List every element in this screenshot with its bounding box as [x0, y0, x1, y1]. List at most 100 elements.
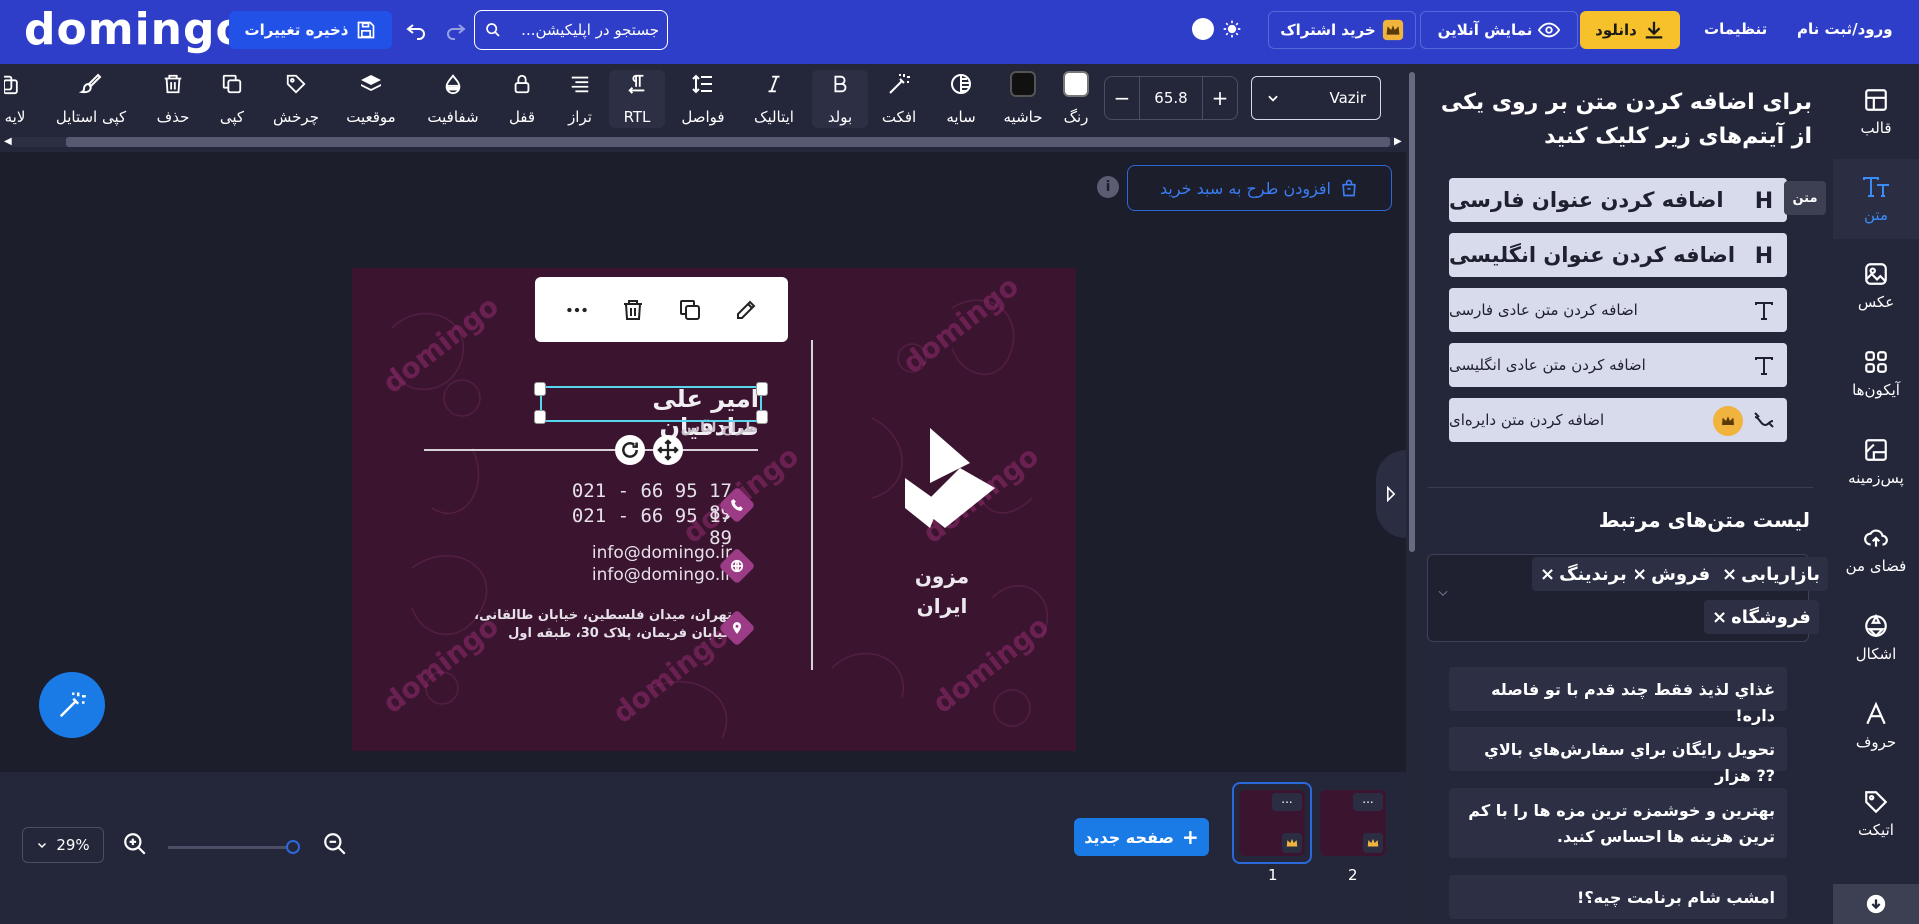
tool-opacity[interactable]: شفافیت [420, 70, 486, 128]
vertical-scrollbar[interactable] [1406, 64, 1418, 924]
tag-chip[interactable]: فروش × [1624, 557, 1719, 591]
search-box[interactable] [474, 10, 668, 50]
stack-icon [359, 70, 383, 98]
add-english-text-button[interactable]: اضافه کردن متن عادی انگلیسی [1449, 343, 1787, 387]
search-input[interactable] [509, 21, 659, 39]
zoom-out-icon[interactable] [322, 831, 348, 857]
card-email[interactable]: info@domingo.ir [562, 543, 732, 563]
trash-icon[interactable] [615, 292, 651, 328]
card-address[interactable]: تهران، میدان فلسطین، خیابان طالقانی، [472, 608, 732, 623]
company-name[interactable]: مزون ایران [892, 561, 992, 621]
add-to-cart-button[interactable]: افزودن طرح به سبد خرید [1127, 165, 1392, 211]
logo[interactable]: domingo [24, 4, 247, 55]
redo-button[interactable] [444, 17, 468, 41]
remove-tag-icon[interactable]: × [1712, 607, 1727, 628]
scroll-right-icon[interactable]: ▶ [1394, 136, 1402, 147]
tool-align[interactable]: تراز [560, 70, 600, 128]
preview-button[interactable]: نمایش آنلاین [1420, 11, 1578, 49]
font-size-stepper[interactable]: − 65.8 + [1104, 76, 1238, 120]
font-family-select[interactable]: Vazir [1251, 76, 1381, 120]
sidebar-item-letters[interactable]: حروف [1833, 686, 1919, 766]
page-thumbnail[interactable]: ... [1232, 782, 1312, 864]
download-icon [1643, 19, 1665, 41]
sample-text-item[interactable]: بهترين و خوشمزه ترين مزه ها را با کم تري… [1449, 788, 1787, 858]
new-page-button[interactable]: صفحه جدید + [1074, 818, 1209, 856]
crown-icon [1282, 833, 1302, 853]
tool-border[interactable]: حاشیه [1000, 70, 1046, 128]
chevron-down-icon[interactable] [1436, 586, 1450, 600]
tool-copy-style[interactable]: کپی استایل [50, 70, 132, 128]
tag-chip[interactable]: فروشگاه × [1704, 600, 1819, 634]
page-more-button[interactable]: ... [1353, 793, 1383, 811]
add-persian-text-button[interactable]: اضافه کردن متن عادی فارسی [1449, 288, 1787, 332]
scroll-left-icon[interactable]: ◀ [4, 136, 12, 147]
add-english-heading-button[interactable]: H اضافه کردن عنوان انگلیسی [1449, 233, 1787, 277]
scrollbar-thumb[interactable] [1409, 72, 1415, 552]
theme-toggle[interactable] [1192, 14, 1246, 44]
more-icon[interactable] [559, 292, 595, 328]
duplicate-icon[interactable] [672, 292, 708, 328]
card-address[interactable]: خیابان فریمان، پلاک 30، طبقه اول [472, 626, 732, 641]
globe-icon [718, 547, 756, 585]
zoom-select[interactable]: 29% [22, 827, 104, 863]
info-icon[interactable]: i [1097, 176, 1119, 198]
decrease-size-button[interactable]: − [1105, 86, 1139, 110]
tool-rotate[interactable]: چرخش [268, 70, 324, 128]
sidebar-item-templates[interactable]: قالب [1833, 72, 1919, 152]
horizontal-scrollbar[interactable]: ◀ ▶ [0, 132, 1406, 152]
remove-tag-icon[interactable]: × [1540, 564, 1555, 585]
sample-text-item[interactable]: غذاي لذيذ فقط چند قدم با تو فاصله داره! [1449, 667, 1787, 725]
move-handle[interactable] [653, 435, 683, 465]
sidebar-item-photos[interactable]: عکس [1833, 246, 1919, 326]
tool-lock[interactable]: قفل [502, 70, 542, 128]
sidebar-item-background[interactable]: پس‌زمینه [1833, 422, 1919, 502]
sidebar-item-shapes[interactable]: اشکال [1833, 598, 1919, 678]
tool-position[interactable]: موقعیت [338, 70, 404, 128]
sidebar-item-icons[interactable]: آیکون‌ها [1833, 334, 1919, 414]
card-job-title[interactable]: طراح لباس [632, 420, 758, 436]
sample-text-item[interactable]: تحويل رايگان براي سفارش‌هاي بالاي ?? هزا… [1449, 727, 1787, 785]
tool-shadow[interactable]: سایه [940, 70, 982, 128]
edit-icon[interactable] [728, 292, 764, 328]
sidebar-item-text[interactable]: متن [1833, 159, 1919, 239]
scrollbar-thumb[interactable] [66, 137, 1390, 147]
save-button[interactable]: ذخیره تغییرات [229, 11, 392, 49]
settings-link[interactable]: تنظیمات [1704, 20, 1767, 38]
sidebar-item-my-space[interactable]: فضای من [1833, 510, 1919, 590]
increase-size-button[interactable]: + [1203, 86, 1237, 110]
zoom-in-icon[interactable] [122, 831, 148, 857]
subscribe-button[interactable]: خرید اشتراک [1268, 11, 1416, 49]
resize-handle[interactable] [534, 410, 546, 424]
download-button[interactable]: دانلود [1580, 11, 1680, 49]
sidebar-item-labels[interactable]: اتیکت [1833, 774, 1919, 854]
sidebar-scroll-down[interactable] [1833, 884, 1919, 924]
zoom-slider[interactable] [168, 840, 300, 854]
undo-button[interactable] [404, 17, 428, 41]
tag-chip[interactable]: بازاریابی × [1714, 557, 1828, 591]
resize-handle[interactable] [756, 382, 768, 396]
tool-effect[interactable]: افکت [878, 70, 920, 128]
tag-chip[interactable]: برندینگ × [1532, 557, 1635, 591]
tool-spacing[interactable]: فواصل [676, 70, 730, 128]
add-persian-heading-button[interactable]: H اضافه کردن عنوان فارسی [1449, 178, 1787, 222]
tool-delete[interactable]: حذف [152, 70, 194, 128]
page-more-button[interactable]: ... [1272, 793, 1302, 811]
page-thumbnail[interactable]: ... [1313, 782, 1393, 864]
rotate-handle[interactable] [615, 435, 645, 465]
zoom-slider-knob[interactable] [286, 840, 300, 854]
tool-bold[interactable]: بولد [812, 70, 868, 128]
tool-layers[interactable]: لایه [0, 70, 30, 128]
tool-italic[interactable]: ایتالیک [746, 70, 802, 128]
add-circular-text-button[interactable]: اضافه کردن متن دایره‌ای [1449, 398, 1787, 442]
tool-copy[interactable]: کپی [210, 70, 254, 128]
tool-color[interactable]: رنگ [1056, 70, 1096, 128]
card-email[interactable]: info@domingo.ir [562, 565, 732, 585]
collapse-panel-button[interactable] [1376, 450, 1406, 538]
login-link[interactable]: ورود/ثبت نام [1797, 20, 1893, 38]
resize-handle[interactable] [534, 382, 546, 396]
font-size-value[interactable]: 65.8 [1139, 77, 1203, 119]
tool-rtl[interactable]: RTL [609, 70, 665, 128]
ai-magic-button[interactable] [39, 672, 105, 738]
sample-text-item[interactable]: امشب شام برنامت چيه؟! [1449, 875, 1787, 919]
remove-tag-icon[interactable]: × [1722, 564, 1737, 585]
